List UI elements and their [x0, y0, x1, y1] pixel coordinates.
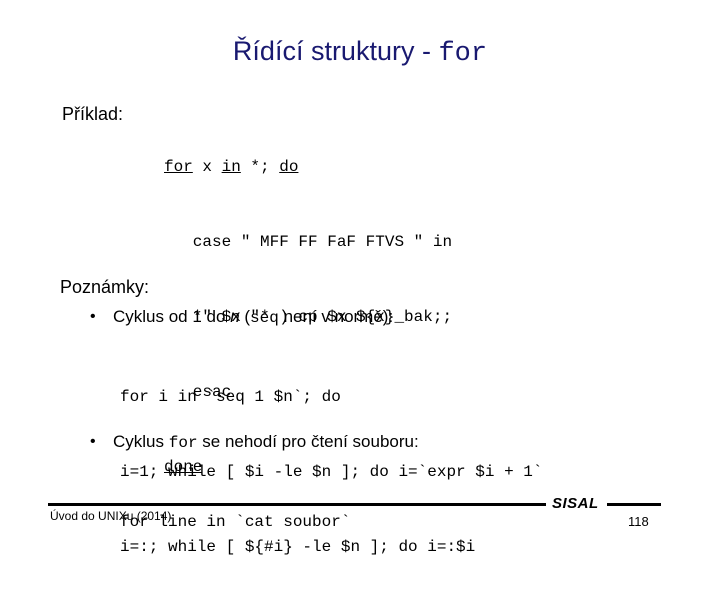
note-code-block: for line in `cat soubor`	[120, 460, 720, 585]
notes-heading: Poznámky:	[60, 277, 150, 297]
keyword-do: do	[279, 158, 299, 176]
note-text-after: není v normě):	[278, 307, 394, 326]
page-title-keyword: for	[438, 39, 488, 69]
example-code-line-2: case " MFF FF FaF FTVS " in	[164, 233, 453, 251]
keyword-for: for	[164, 158, 193, 176]
example-glob: *;	[240, 158, 280, 176]
list-item: • Cyklus od 1 do n (seq není v normě):	[60, 305, 720, 330]
note-text: Cyklus od 1 do n (seq není v normě):	[113, 307, 394, 327]
note-text-before: Cyklus od 1 do	[113, 307, 231, 326]
keyword-in: in	[221, 158, 241, 176]
note-italic-var: n	[230, 307, 240, 326]
note-code-line: for i in `seq 1 $n`; do	[120, 388, 341, 406]
note-text-after: se nehodí pro čtení souboru:	[197, 432, 419, 451]
example-code-line-1: for x in *; do	[164, 155, 452, 180]
note-text-before: Cyklus	[113, 432, 169, 451]
list-item: • Cyklus for se nehodí pro čtení souboru…	[60, 430, 720, 455]
example-var-x: x	[192, 158, 222, 176]
example-label: Příklad:	[62, 104, 124, 124]
note-mono-cmd: seq	[250, 309, 279, 327]
note-mono-cmd: for	[168, 434, 198, 452]
note-text: Cyklus for se nehodí pro čtení souboru:	[113, 432, 419, 452]
note-code-line: for line in `cat soubor`	[120, 513, 351, 531]
page-title-text: Řídící struktury -	[232, 36, 439, 66]
bullet-icon: •	[90, 308, 96, 325]
page-title: Řídící struktury - for	[0, 36, 720, 69]
bullet-icon: •	[90, 433, 96, 450]
note-paren-open: (	[239, 307, 251, 326]
